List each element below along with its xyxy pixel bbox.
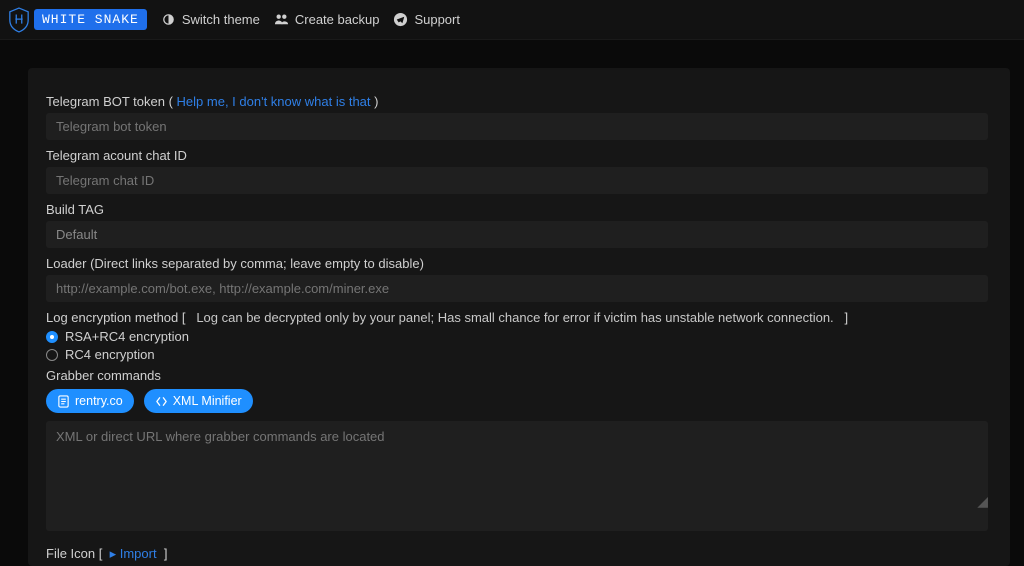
code-icon — [155, 395, 168, 408]
telegram-token-input[interactable] — [46, 113, 988, 140]
loader-label: Loader (Direct links separated by comma;… — [46, 256, 992, 271]
textarea-resize-handle[interactable]: ◢ — [977, 493, 988, 510]
xml-minifier-button-label: XML Minifier — [173, 394, 242, 408]
support-button[interactable]: Support — [393, 12, 460, 27]
loader-input[interactable] — [46, 275, 988, 302]
create-backup-label: Create backup — [295, 12, 380, 27]
rentry-button-label: rentry.co — [75, 394, 123, 408]
chat-id-label: Telegram acount chat ID — [46, 148, 992, 163]
logo-shield-icon — [8, 7, 30, 33]
document-icon — [57, 395, 70, 408]
support-label: Support — [414, 12, 460, 27]
grabber-buttons: rentry.co XML Minifier — [46, 389, 992, 413]
file-icon-label: File Icon [ ▸ Import ] — [46, 546, 992, 562]
theme-icon — [161, 12, 176, 27]
radio-unchecked-icon — [46, 349, 58, 361]
chat-id-input[interactable] — [46, 167, 988, 194]
topbar: WHITE SNAKE Switch theme Create backup S… — [0, 0, 1024, 40]
brand-wrap: WHITE SNAKE — [8, 7, 147, 33]
file-icon-import-link[interactable]: Import — [120, 546, 157, 561]
build-tag-label: Build TAG — [46, 202, 992, 217]
encryption-rc4-label: RC4 encryption — [65, 347, 155, 362]
switch-theme-button[interactable]: Switch theme — [161, 12, 260, 27]
brand-label: WHITE SNAKE — [34, 9, 147, 30]
encryption-rc4-option[interactable]: RC4 encryption — [46, 347, 992, 362]
grabber-textarea[interactable] — [46, 421, 988, 531]
telegram-icon — [393, 12, 408, 27]
rentry-button[interactable]: rentry.co — [46, 389, 134, 413]
builder-panel: Telegram BOT token ( Help me, I don't kn… — [28, 68, 1010, 566]
build-tag-input[interactable] — [46, 221, 988, 248]
switch-theme-label: Switch theme — [182, 12, 260, 27]
users-icon — [274, 12, 289, 27]
telegram-token-help-link[interactable]: Help me, I don't know what is that — [177, 94, 371, 109]
encryption-label: Log encryption method [ Log can be decry… — [46, 310, 992, 325]
encryption-rsa-rc4-option[interactable]: RSA+RC4 encryption — [46, 329, 992, 344]
telegram-token-label: Telegram BOT token ( Help me, I don't kn… — [46, 94, 992, 109]
encryption-rsa-rc4-label: RSA+RC4 encryption — [65, 329, 189, 344]
radio-checked-icon — [46, 331, 58, 343]
create-backup-button[interactable]: Create backup — [274, 12, 380, 27]
grabber-label: Grabber commands — [46, 368, 992, 383]
xml-minifier-button[interactable]: XML Minifier — [144, 389, 253, 413]
